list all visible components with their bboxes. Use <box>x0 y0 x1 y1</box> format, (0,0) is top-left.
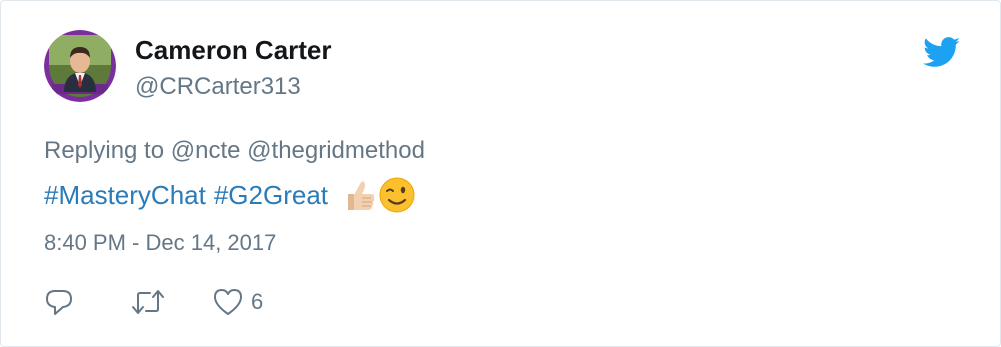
like-button[interactable]: 6 <box>212 287 263 317</box>
hashtag-g2great[interactable]: #G2Great <box>214 180 328 211</box>
reply-context: Replying to @ncte @thegridmethod <box>44 137 425 165</box>
display-name[interactable]: Cameron Carter <box>135 35 332 66</box>
mention-ncte[interactable]: @ncte <box>171 137 241 164</box>
avatar-photo <box>44 30 116 102</box>
screen-name[interactable]: @CRCarter313 <box>135 73 301 101</box>
thumbs-up-emoji-icon <box>348 181 375 210</box>
reply-button[interactable] <box>44 287 74 317</box>
winking-face-emoji-icon <box>379 177 415 213</box>
avatar[interactable] <box>44 30 116 102</box>
reply-icon <box>46 290 72 315</box>
tweet-text: #MasteryChat #G2Great <box>44 176 416 214</box>
like-count: 6 <box>251 289 264 314</box>
retweet-button[interactable] <box>130 287 166 317</box>
hashtag-masterychat[interactable]: #MasteryChat <box>44 180 206 211</box>
retweet-icon <box>132 290 164 314</box>
tweet-card: Cameron Carter @CRCarter313 Replying to … <box>0 0 1001 347</box>
heart-icon <box>214 289 242 315</box>
mention-thegridmethod[interactable]: @thegridmethod <box>247 137 425 164</box>
reply-prefix: Replying to <box>44 137 165 164</box>
tweet-timestamp[interactable]: 8:40 PM - Dec 14, 2017 <box>44 230 276 256</box>
action-bar: 6 <box>44 284 263 320</box>
twitter-bird-icon[interactable] <box>923 37 961 68</box>
